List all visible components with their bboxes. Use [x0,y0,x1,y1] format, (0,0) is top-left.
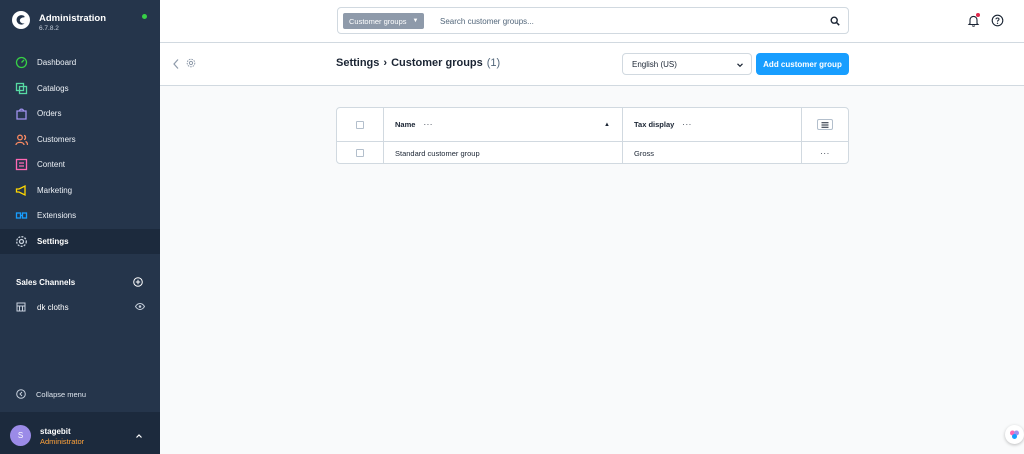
settings-icon [16,235,27,247]
language-select[interactable]: English (US) [622,53,752,75]
app-title: Administration [39,13,107,24]
assistant-icon [1010,430,1019,439]
column-options-icon[interactable]: ··· [423,120,433,129]
nav-item-settings[interactable]: Settings [0,228,160,254]
column-name-label: Name [395,120,416,129]
nav-label: Marketing [37,185,73,195]
global-search: Customer groups ▼ [337,7,849,34]
sales-channel-item[interactable]: dk cloths [16,301,148,313]
page-title: Settings › Customer groups (1) [336,57,500,69]
select-all-cell [337,108,384,141]
collapse-icon [16,389,26,399]
marketing-icon [15,184,26,196]
nav-label: Orders [37,109,62,119]
nav-label: Content [37,160,66,170]
notification-badge [976,13,980,17]
sales-channels-header: Sales Channels [16,278,76,287]
grid-settings-button[interactable] [817,119,833,130]
nav-item-marketing[interactable]: Marketing [0,178,160,204]
dashboard-icon [15,57,28,69]
language-value: English (US) [632,59,677,69]
storefront-icon [16,302,26,312]
nav-item-orders[interactable]: Orders [0,101,160,127]
nav-item-dashboard[interactable]: Dashboard [0,50,160,76]
top-bar: Customer groups ▼ [160,0,1024,43]
gear-icon [186,58,196,68]
main-nav: Dashboard Catalogs Orders Customers Cont… [0,50,160,254]
sort-ascending-icon[interactable]: ▲ [604,122,610,128]
nav-item-customers[interactable]: Customers [0,127,160,153]
nav-label: Customers [37,134,76,144]
row-actions-cell: ··· [802,142,848,164]
row-select-cell [337,142,384,164]
avatar: S [10,425,31,446]
cell-tax-display: Gross [623,142,802,164]
search-icon[interactable] [830,16,840,26]
tax-display-value: Gross [634,148,655,158]
breadcrumb-chevron-icon: › [383,57,388,69]
add-sales-channel-icon[interactable] [133,277,143,287]
help-icon[interactable] [991,14,1004,27]
brand: Administration 6.7.8.2 [0,0,160,42]
column-tax-label: Tax display [634,120,675,129]
nav-item-catalogs[interactable]: Catalogs [0,76,160,102]
nav-label: Catalogs [37,83,69,93]
nav-label: Extensions [37,211,77,221]
collapse-label: Collapse menu [36,389,87,399]
app-version: 6.7.8.2 [39,25,59,32]
row-checkbox[interactable] [356,149,364,157]
nav-label: Dashboard [37,58,77,68]
smart-bar: Settings › Customer groups (1) English (… [160,43,1024,86]
customer-groups-grid: Name ··· ▲ Tax display ··· Standard cust… [336,107,849,164]
sidebar: Administration 6.7.8.2 Dashboard Catalog… [0,0,160,454]
user-role: Administrator [40,437,85,446]
content-icon [15,159,28,171]
collapse-menu-button[interactable]: Collapse menu [16,389,86,399]
shopware-logo-icon [12,11,30,29]
user-name: stagebit [40,427,71,436]
search-scope-label: Customer groups [349,16,407,26]
column-options-icon[interactable]: ··· [682,120,692,129]
cell-name[interactable]: Standard customer group [384,142,623,164]
table-row: Standard customer group Gross ··· [337,142,848,164]
back-arrow-icon[interactable] [172,58,180,70]
chevron-down-icon [737,63,743,68]
breadcrumb-parent[interactable]: Settings [336,57,379,69]
catalogs-icon [15,82,28,94]
status-dot [142,14,147,19]
sales-channel-label: dk cloths [37,302,69,312]
user-menu[interactable]: S stagebit Administrator [0,412,160,454]
column-settings-cell [802,108,848,141]
customer-group-name[interactable]: Standard customer group [395,149,480,158]
orders-icon [16,108,27,120]
hamburger-icon [821,121,829,128]
search-scope-selector[interactable]: Customer groups ▼ [343,13,425,29]
chevron-up-icon[interactable] [135,432,143,440]
column-header-name[interactable]: Name ··· ▲ [384,108,623,141]
select-all-checkbox[interactable] [356,120,364,129]
breadcrumb-current: Customer groups [391,57,483,69]
chevron-down-icon: ▼ [412,18,419,24]
assistant-button[interactable] [1005,425,1024,444]
grid-header-row: Name ··· ▲ Tax display ··· [337,108,848,142]
record-count: (1) [486,57,501,69]
nav-item-extensions[interactable]: Extensions [0,203,160,229]
row-actions-icon[interactable]: ··· [820,149,830,158]
column-header-tax-display[interactable]: Tax display ··· [623,108,802,141]
search-input[interactable] [440,12,820,30]
nav-item-content[interactable]: Content [0,152,160,178]
eye-icon[interactable] [135,302,145,311]
extensions-icon [15,212,28,219]
customers-icon [15,134,28,145]
nav-label: Settings [37,236,69,246]
add-customer-group-button[interactable]: Add customer group [756,53,849,75]
